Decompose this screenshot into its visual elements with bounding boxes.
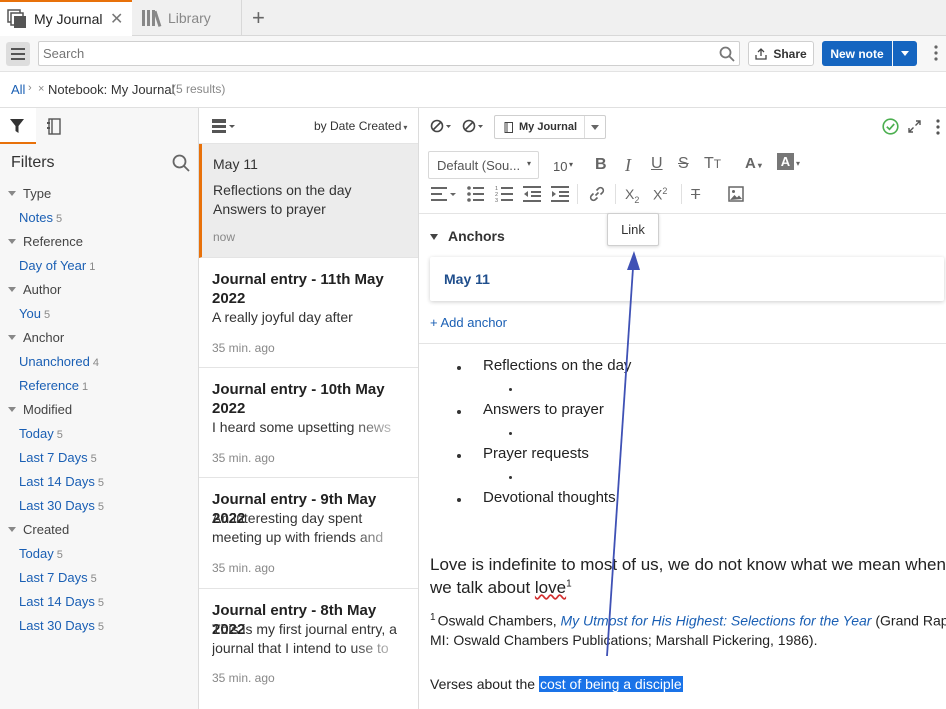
- tab-label: My Journal: [34, 11, 103, 27]
- filter-item-reference[interactable]: Reference 1: [19, 378, 88, 393]
- new-note-label: New note: [830, 46, 884, 61]
- note-card[interactable]: Journal entry - 11th May 2022 A really j…: [199, 258, 418, 368]
- tab-bar: My Journal ✕ Library +: [0, 0, 946, 37]
- filter-group-reference[interactable]: Reference: [8, 234, 83, 249]
- note-card[interactable]: Journal entry - 9th May 2022 An interest…: [199, 478, 418, 589]
- filter-item-created-today[interactable]: Today 5: [19, 546, 63, 561]
- filter-item-unanchored[interactable]: Unanchored 4: [19, 354, 99, 369]
- new-tab-plus-icon[interactable]: +: [252, 5, 265, 31]
- main-toolbar: Share New note: [0, 36, 946, 72]
- note-time: 35 min. ago: [212, 671, 275, 685]
- view-mode-icon[interactable]: [212, 119, 236, 133]
- note-preview: meeting up with friends and: [212, 529, 384, 545]
- search-icon[interactable]: [719, 46, 735, 62]
- notes-list-panel: by Date Created ▾ May 11 Reflections on t…: [199, 108, 419, 709]
- breadcrumb: All › × Notebook: My Journal (5 results): [0, 72, 946, 108]
- note-title: 2022: [212, 400, 246, 417]
- note-line: Answers to prayer: [213, 201, 326, 217]
- note-line: Reflections on the day: [213, 182, 352, 198]
- annotation-arrow: [606, 251, 640, 657]
- tab-label: Library: [168, 10, 211, 26]
- filter-item-you[interactable]: You 5: [19, 306, 50, 321]
- more-vertical-icon[interactable]: [934, 45, 938, 61]
- note-title: Journal entry - 10th May: [212, 381, 385, 398]
- note-time: 35 min. ago: [212, 451, 275, 465]
- share-button[interactable]: Share: [748, 41, 814, 66]
- note-preview: I heard some upsetting news: [212, 419, 391, 435]
- filter-group-created[interactable]: Created: [8, 522, 69, 537]
- search-input[interactable]: [43, 44, 713, 63]
- filter-item-day-of-year[interactable]: Day of Year 1: [19, 258, 95, 273]
- note-time: now: [213, 230, 236, 244]
- filter-group-type[interactable]: Type: [8, 186, 51, 201]
- funnel-icon: [10, 119, 24, 133]
- note-preview: This is my first journal entry, a: [212, 621, 397, 637]
- note-preview: journal that I intend to use to: [212, 640, 389, 656]
- filter-item-created-14-days[interactable]: Last 14 Days 5: [19, 594, 104, 609]
- results-count: (5 results): [172, 82, 226, 96]
- filters-panel: Filters Type Notes 5 Reference Day of Yea…: [0, 108, 199, 709]
- share-icon: [755, 47, 767, 60]
- filter-item-modified-today[interactable]: Today 5: [19, 426, 63, 441]
- close-icon[interactable]: ✕: [110, 9, 123, 29]
- filter-item-created-7-days[interactable]: Last 7 Days 5: [19, 570, 97, 585]
- search-icon[interactable]: [172, 154, 190, 172]
- note-preview: A really joyful day after: [212, 309, 353, 325]
- breadcrumb-all[interactable]: All: [11, 82, 25, 97]
- tab-my-journal[interactable]: My Journal ✕: [0, 0, 132, 37]
- notebook-icon: [47, 118, 61, 135]
- filters-title: Filters: [11, 154, 55, 171]
- note-preview: An interesting day spent: [212, 510, 363, 526]
- note-time: 35 min. ago: [212, 341, 275, 355]
- tab-library[interactable]: Library: [133, 0, 242, 36]
- note-editor: My Journal Default (Sou... ▾ 10 ▾ B I U …: [419, 108, 946, 709]
- note-card-selected[interactable]: May 11 Reflections on the day Answers to…: [199, 144, 418, 258]
- note-title: 2022: [212, 290, 246, 307]
- share-label: Share: [773, 46, 807, 61]
- filter-item-modified-30-days[interactable]: Last 30 Days 5: [19, 498, 104, 513]
- breadcrumb-notebook: Notebook: My Journal: [48, 82, 175, 97]
- search-box[interactable]: [38, 41, 740, 66]
- menu-button[interactable]: [6, 42, 30, 66]
- new-note-dropdown-button[interactable]: [893, 41, 917, 66]
- note-card[interactable]: Journal entry - 8th May 2022 This is my …: [199, 589, 418, 709]
- filter-item-created-30-days[interactable]: Last 30 Days 5: [19, 618, 104, 633]
- notes-list-header: by Date Created ▾: [199, 108, 418, 144]
- note-card[interactable]: Journal entry - 10th May 2022 I heard so…: [199, 368, 418, 478]
- filters-tab-header: [0, 108, 199, 144]
- filter-item-notes[interactable]: Notes 5: [19, 210, 62, 225]
- note-date: May 11: [213, 156, 258, 172]
- filter-item-modified-14-days[interactable]: Last 14 Days 5: [19, 474, 104, 489]
- note-title: Journal entry - 11th May: [212, 271, 384, 288]
- notebooks-tab[interactable]: [40, 108, 70, 144]
- caret-down-icon: ▾: [403, 123, 408, 132]
- sort-dropdown[interactable]: by Date Created ▾: [314, 119, 407, 133]
- notes-stack-icon: [7, 9, 27, 29]
- remove-filter-icon[interactable]: ×: [38, 83, 44, 95]
- chevron-down-icon: [901, 51, 909, 56]
- filter-group-modified[interactable]: Modified: [8, 402, 72, 417]
- filter-group-author[interactable]: Author: [8, 282, 61, 297]
- chevron-right-icon: ›: [28, 82, 32, 94]
- filter-group-anchor[interactable]: Anchor: [8, 330, 64, 345]
- new-note-button[interactable]: New note: [822, 41, 892, 66]
- hamburger-icon: [11, 48, 25, 60]
- note-time: 35 min. ago: [212, 561, 275, 575]
- filter-tab[interactable]: [0, 108, 36, 144]
- filter-item-modified-7-days[interactable]: Last 7 Days 5: [19, 450, 97, 465]
- library-books-icon: [142, 9, 164, 27]
